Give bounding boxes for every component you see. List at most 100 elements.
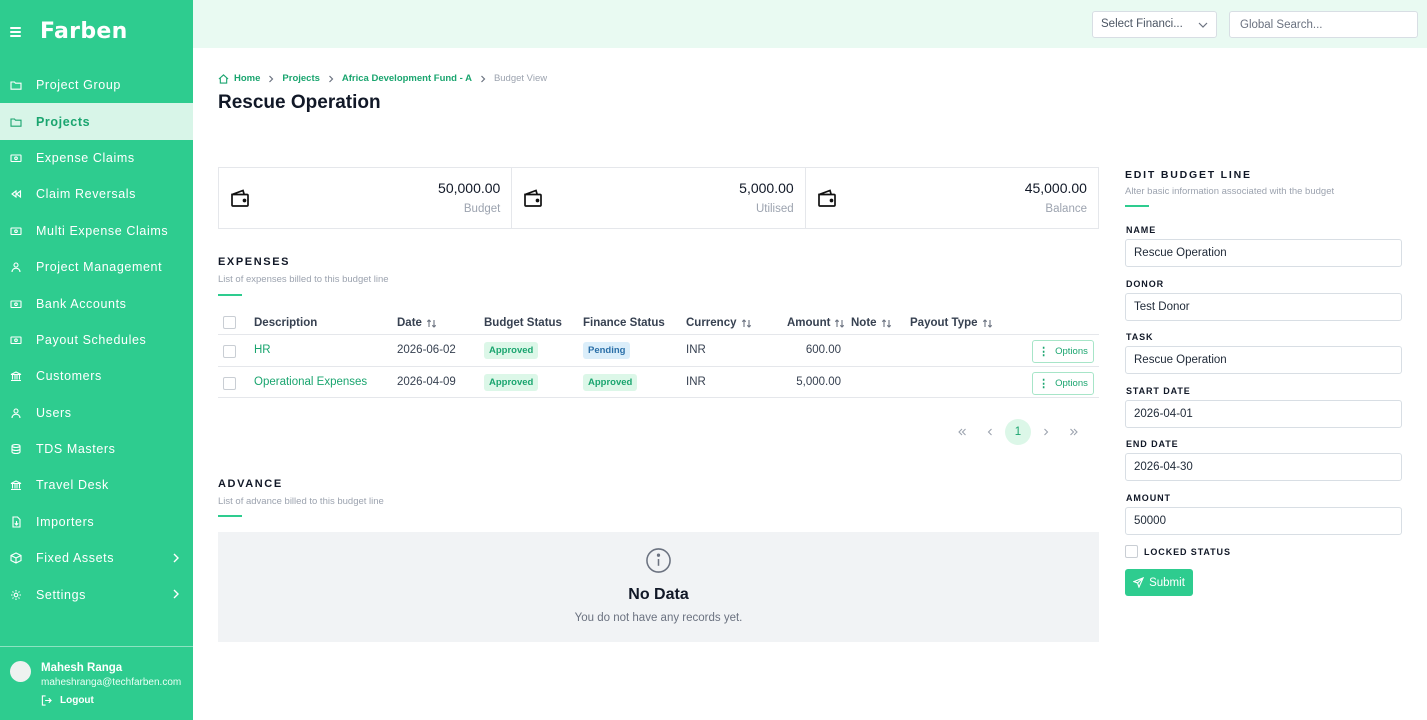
more-vertical-icon: ⋮: [1038, 346, 1050, 358]
bank-icon: [10, 479, 22, 491]
col-label: Currency: [686, 317, 737, 329]
end-date-field[interactable]: [1125, 453, 1402, 481]
sidebar: Farben Project Group Projects Expense Clai…: [0, 0, 193, 720]
col-currency[interactable]: Currency: [686, 317, 752, 329]
row-options-button[interactable]: ⋮ Options: [1032, 372, 1094, 395]
stat-value: 5,000.00: [739, 180, 794, 196]
pagination: 1: [948, 419, 1088, 445]
form-title: EDIT BUDGET LINE: [1125, 169, 1252, 181]
user-icon: [10, 407, 22, 419]
sidebar-item-label: Project Management: [36, 260, 163, 275]
sidebar-item-label: Travel Desk: [36, 478, 109, 493]
submit-label: Submit: [1149, 576, 1185, 589]
sidebar-item-users[interactable]: Users: [0, 395, 193, 431]
money-icon: [10, 334, 22, 346]
page-number-button[interactable]: 1: [1005, 419, 1031, 445]
import-icon: [10, 516, 22, 528]
first-page-button[interactable]: [948, 419, 976, 445]
sidebar-item-fixed-assets[interactable]: Fixed Assets: [0, 540, 193, 576]
info-icon: [646, 548, 671, 573]
advance-empty-state: No Data You do not have any records yet.: [218, 532, 1099, 642]
prev-page-button[interactable]: [976, 419, 1004, 445]
col-payout-type[interactable]: Payout Type: [910, 317, 993, 329]
stat-utilised: 5,000.00 Utilised: [512, 168, 806, 228]
chevron-right-icon: [173, 553, 179, 563]
expense-description-link[interactable]: Operational Expenses: [254, 376, 367, 388]
expense-description-link[interactable]: HR: [254, 344, 271, 356]
chevron-right-icon: [269, 75, 274, 82]
locked-status-checkbox[interactable]: [1125, 545, 1138, 558]
col-budget-status[interactable]: Budget Status: [484, 317, 562, 329]
sidebar-item-label: Settings: [36, 587, 86, 602]
sidebar-item-settings[interactable]: Settings: [0, 576, 193, 612]
sidebar-item-tds-masters[interactable]: TDS Masters: [0, 431, 193, 467]
money-icon: [10, 225, 22, 237]
expense-date: 2026-06-02: [397, 344, 456, 356]
stat-balance: 45,000.00 Balance: [806, 168, 1098, 228]
sidebar-item-travel-desk[interactable]: Travel Desk: [0, 467, 193, 503]
breadcrumb-home[interactable]: Home: [234, 73, 260, 84]
table-header: Description Date Budget Status Finance S…: [218, 312, 1099, 334]
donor-field[interactable]: [1125, 293, 1402, 321]
financial-year-select[interactable]: Select Financi...: [1092, 11, 1217, 38]
locked-status-label: LOCKED STATUS: [1144, 547, 1231, 557]
stat-label: Balance: [1045, 203, 1087, 215]
folder-icon: [10, 79, 22, 91]
expense-amount: 600.00: [805, 344, 841, 356]
col-label: Description: [254, 317, 318, 329]
col-label: Date: [397, 317, 422, 329]
advance-title: ADVANCE: [218, 478, 283, 490]
sidebar-item-payout-schedules[interactable]: Payout Schedules: [0, 322, 193, 358]
row-options-button[interactable]: ⋮ Options: [1032, 340, 1094, 363]
submit-button[interactable]: Submit: [1125, 569, 1193, 596]
sidebar-item-expense-claims[interactable]: Expense Claims: [0, 140, 193, 176]
task-field[interactable]: [1125, 346, 1402, 374]
page-title: Rescue Operation: [218, 92, 381, 113]
logout-button[interactable]: Logout: [41, 695, 94, 706]
sidebar-item-projects[interactable]: Projects: [0, 103, 193, 140]
col-finance-status[interactable]: Finance Status: [583, 317, 665, 329]
chevron-right-icon: [328, 75, 334, 82]
sidebar-item-project-management[interactable]: Project Management: [0, 249, 193, 285]
hamburger-icon[interactable]: [10, 27, 21, 37]
name-field[interactable]: [1125, 239, 1402, 267]
expense-amount: 5,000.00: [796, 376, 841, 388]
name-label: NAME: [1126, 225, 1157, 235]
chevrons-right-icon: [1070, 428, 1078, 436]
wallet-icon: [524, 189, 543, 207]
more-vertical-icon: ⋮: [1038, 378, 1050, 390]
user-icon: [10, 261, 22, 273]
col-note[interactable]: Note: [851, 317, 892, 329]
col-description[interactable]: Description: [254, 317, 317, 329]
home-icon[interactable]: [218, 73, 229, 84]
stat-label: Utilised: [755, 203, 794, 215]
money-icon: [10, 298, 22, 310]
sidebar-item-importers[interactable]: Importers: [0, 504, 193, 540]
global-search-input[interactable]: [1229, 11, 1418, 38]
sidebar-item-label: Claim Reversals: [36, 187, 136, 202]
sidebar-item-bank-accounts[interactable]: Bank Accounts: [0, 285, 193, 321]
sort-icon: [835, 318, 845, 328]
sidebar-item-multi-expense-claims[interactable]: Multi Expense Claims: [0, 213, 193, 249]
next-page-button[interactable]: [1032, 419, 1060, 445]
last-page-button[interactable]: [1060, 419, 1088, 445]
form-subtitle: Alter basic information associated with …: [1125, 186, 1335, 197]
sidebar-item-label: Projects: [36, 114, 91, 129]
breadcrumb-projects[interactable]: Projects: [282, 73, 320, 84]
row-checkbox[interactable]: [223, 345, 236, 358]
start-date-field[interactable]: [1125, 400, 1402, 428]
col-date[interactable]: Date: [397, 317, 437, 329]
avatar[interactable]: [10, 661, 31, 682]
sidebar-item-project-group[interactable]: Project Group: [0, 67, 193, 103]
breadcrumb-project[interactable]: Africa Development Fund - A: [342, 73, 472, 84]
col-amount[interactable]: Amount: [787, 317, 845, 329]
row-checkbox[interactable]: [223, 377, 236, 390]
select-all-checkbox[interactable]: [223, 316, 236, 329]
folder-icon: [10, 116, 22, 128]
sidebar-item-claim-reversals[interactable]: Claim Reversals: [0, 176, 193, 212]
chevron-left-icon: [987, 428, 992, 436]
wallet-icon: [817, 189, 836, 207]
sidebar-item-customers[interactable]: Customers: [0, 358, 193, 394]
finance-status-badge: Pending: [583, 342, 631, 359]
amount-field[interactable]: [1125, 507, 1402, 535]
